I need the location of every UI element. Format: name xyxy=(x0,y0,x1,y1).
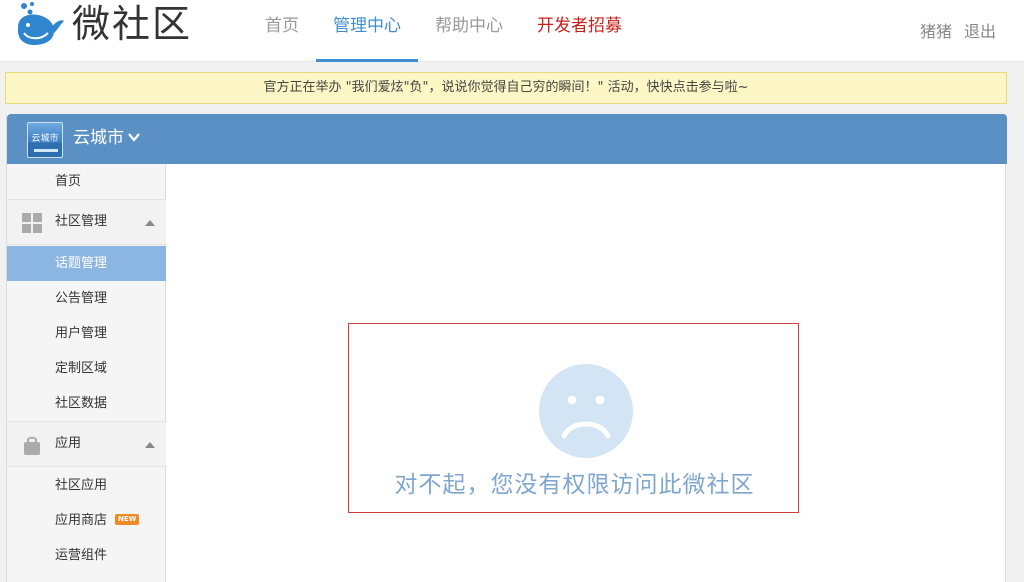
sidebar-item-operation-widgets[interactable]: 运营组件 xyxy=(7,538,166,573)
sidebar-item-community-apps[interactable]: 社区应用 xyxy=(7,468,166,503)
nav-home[interactable]: 首页 xyxy=(248,0,316,62)
logo-text: 微社区 xyxy=(72,2,193,46)
community-header: 云城市 云城市 xyxy=(7,114,1007,164)
sidebar-item-community-data[interactable]: 社区数据 xyxy=(7,386,166,421)
new-badge: NEW xyxy=(115,514,140,525)
sidebar-item-app-store[interactable]: 应用商店 NEW xyxy=(7,503,166,538)
logo[interactable]: 微社区 xyxy=(14,2,192,46)
sidebar-item-user-management[interactable]: 用户管理 xyxy=(7,316,166,351)
sidebar-group-apps[interactable]: 应用 xyxy=(7,421,166,467)
nav-developer-recruit[interactable]: 开发者招募 xyxy=(520,0,639,62)
nav-help-center[interactable]: 帮助中心 xyxy=(418,0,520,62)
bag-icon xyxy=(24,436,40,455)
error-message: 对不起，您没有权限访问此微社区 xyxy=(394,472,755,498)
logout-link[interactable]: 退出 xyxy=(964,18,996,42)
nav-admin-center[interactable]: 管理中心 xyxy=(316,0,418,62)
sidebar-group-label: 社区管理 xyxy=(55,214,108,229)
community-logo: 云城市 xyxy=(27,122,63,158)
announcement-bar[interactable]: 官方正在举办 "我们爱炫"负"，说说你觉得自己穷的瞬间！" 活动，快快点击参与啦… xyxy=(5,72,1007,104)
main-nav: 首页 管理中心 帮助中心 开发者招募 xyxy=(248,0,639,62)
sidebar-item-home[interactable]: 首页 xyxy=(7,164,166,199)
community-switcher[interactable]: 云城市 xyxy=(73,127,124,149)
collapse-caret-icon[interactable] xyxy=(145,220,155,226)
whale-logo-icon xyxy=(18,2,64,45)
username-link[interactable]: 猪猪 xyxy=(920,18,952,42)
sidebar-item-announcement-management[interactable]: 公告管理 xyxy=(7,281,166,316)
community-logo-text: 云城市 xyxy=(31,134,59,144)
sidebar-group-community-management[interactable]: 社区管理 xyxy=(7,199,166,245)
sidebar-item-custom-area[interactable]: 定制区域 xyxy=(7,351,166,386)
top-header: 微社区 首页 管理中心 帮助中心 开发者招募 猪猪 退出 xyxy=(0,0,1024,62)
sidebar: 首页 社区管理 话题管理 公告管理 用户管理 定制区域 社区数据 应用 社区应用 xyxy=(7,164,166,582)
sad-face-icon xyxy=(539,364,633,458)
community-logo-bar xyxy=(34,149,58,152)
permission-error-box: 对不起，您没有权限访问此微社区 xyxy=(348,323,799,513)
sidebar-item-label: 应用商店 xyxy=(55,513,108,528)
admin-panel: 云城市 云城市 首页 社区管理 话题管理 公告管理 用户管理 定制区域 社区数据 xyxy=(6,114,1007,582)
sidebar-item-topic-management[interactable]: 话题管理 xyxy=(7,246,166,281)
collapse-caret-icon[interactable] xyxy=(145,442,155,448)
chevron-down-icon[interactable] xyxy=(128,131,140,143)
grid-icon xyxy=(22,213,42,233)
announcement-text[interactable]: 官方正在举办 "我们爱炫"负"，说说你觉得自己穷的瞬间！" 活动，快快点击参与啦… xyxy=(263,80,748,95)
sidebar-group-label: 应用 xyxy=(55,436,82,451)
user-area: 猪猪 退出 xyxy=(920,18,996,42)
